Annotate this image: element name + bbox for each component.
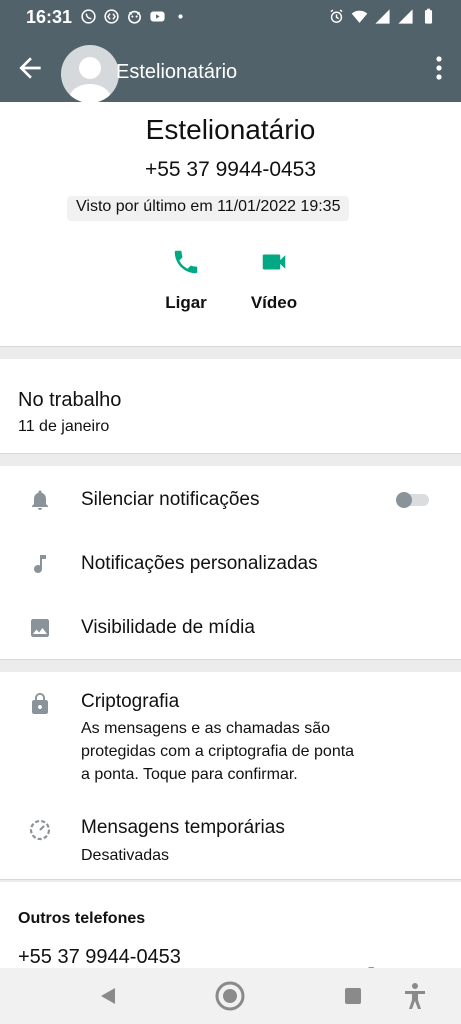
about-date: 11 de janeiro — [18, 418, 110, 435]
system-nav-bar — [0, 968, 461, 1024]
last-seen-badge: Visto por último em 11/01/2022 19:35 — [67, 196, 350, 221]
call-button[interactable]: Ligar — [146, 247, 226, 313]
dot-icon — [178, 14, 183, 19]
disappearing-status: Desativadas — [81, 847, 170, 864]
encryption-line: protegidas com a criptografia de ponta — [81, 743, 355, 760]
divider — [0, 453, 461, 454]
media-visibility-label: Visibilidade de mídia — [81, 617, 255, 638]
about-text: No trabalho — [18, 389, 122, 411]
shazam-icon — [104, 9, 119, 24]
vpn-icon — [128, 10, 141, 24]
status-bar: 16:31 — [0, 0, 461, 34]
call-label: Ligar — [165, 293, 207, 312]
mute-notifications-label: Silenciar notificações — [81, 489, 260, 510]
bell-icon — [32, 490, 48, 510]
video-button[interactable]: Vídeo — [234, 247, 314, 313]
contact-phone: +55 37 9944-0453 — [144, 158, 317, 181]
contact-name: Estelionatário — [145, 114, 316, 145]
disappearing-messages-row[interactable]: Mensagens temporárias Desativadas — [0, 802, 461, 872]
image-icon — [31, 619, 49, 637]
arrow-back-icon[interactable] — [14, 52, 46, 84]
status-time: 16:31 — [26, 7, 73, 27]
app-bar-title[interactable]: Estelionatário — [116, 61, 237, 84]
signal-icon — [398, 9, 413, 24]
mute-toggle[interactable] — [395, 492, 431, 508]
divider — [0, 879, 461, 880]
other-phones-card: Outros telefones +55 37 9944-0453 — [0, 882, 461, 987]
app-bar: Estelionatário — [0, 34, 461, 103]
divider — [0, 659, 461, 660]
contact-card: Estelionatário +55 37 9944-0453 Visto po… — [0, 102, 461, 346]
about-card[interactable]: No trabalho 11 de janeiro — [0, 359, 461, 453]
encryption-line: As mensagens e as chamadas são — [81, 720, 331, 737]
disappearing-title: Mensagens temporárias — [81, 817, 285, 838]
custom-notifications-row[interactable]: Notificações personalizadas — [0, 540, 461, 588]
divider — [0, 346, 461, 347]
timer-icon — [29, 819, 51, 841]
battery-icon — [424, 8, 433, 24]
accessibility-icon[interactable] — [399, 980, 431, 1012]
phone-icon — [174, 250, 198, 274]
mute-notifications-row[interactable]: Silenciar notificações — [0, 476, 461, 524]
encryption-row[interactable]: Criptografia As mensagens e as chamadas … — [0, 672, 461, 792]
nav-back-icon[interactable] — [92, 980, 124, 1012]
signal-icon — [375, 9, 390, 24]
other-phones-title: Outros telefones — [18, 910, 146, 927]
encryption-description: As mensagens e as chamadas são protegida… — [81, 717, 354, 786]
alarm-icon — [330, 9, 343, 23]
privacy-card: Criptografia As mensagens e as chamadas … — [0, 672, 461, 879]
whatsapp-icon — [81, 9, 96, 24]
video-label: Vídeo — [250, 293, 298, 312]
nav-recents-icon[interactable] — [337, 980, 369, 1012]
lock-icon — [32, 693, 48, 714]
encryption-title: Criptografia — [81, 691, 180, 712]
custom-notifications-label: Notificações personalizadas — [81, 553, 318, 574]
videocam-icon — [262, 254, 286, 270]
more-vert-icon[interactable] — [431, 54, 447, 82]
nav-home-icon[interactable] — [214, 980, 246, 1012]
default-avatar-icon — [69, 57, 111, 103]
avatar[interactable] — [61, 45, 119, 103]
other-phone-number[interactable]: +55 37 9944-0453 — [18, 946, 181, 969]
wifi-icon — [351, 10, 368, 23]
encryption-line: a ponta. Toque para confirmar. — [81, 766, 298, 783]
music-note-icon — [34, 555, 46, 573]
youtube-icon — [150, 11, 165, 22]
media-visibility-row[interactable]: Visibilidade de mídia — [0, 604, 461, 652]
settings-card: Silenciar notificações Notificações pers… — [0, 466, 461, 659]
